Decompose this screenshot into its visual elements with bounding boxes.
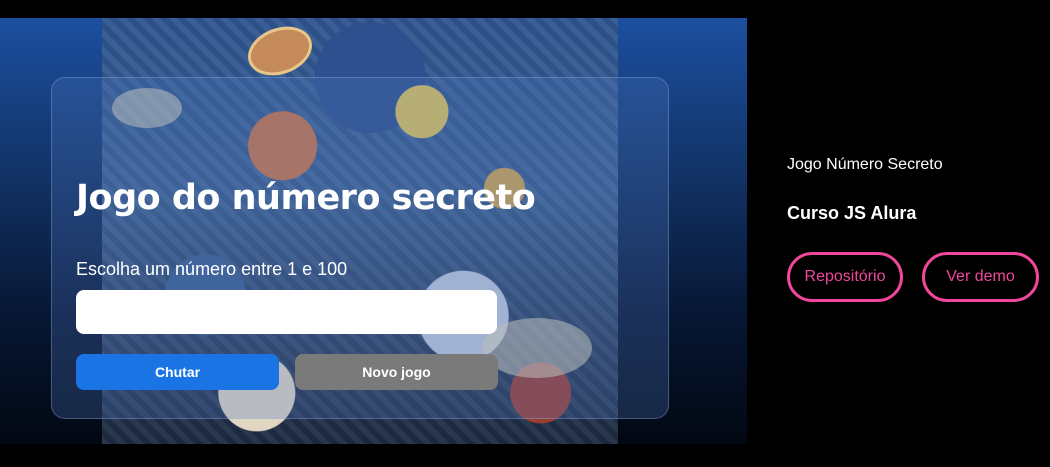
course-name: Curso JS Alura	[787, 203, 917, 223]
project-preview: Jogo do número secreto Escolha um número…	[0, 18, 747, 444]
number-prompt: Escolha um número entre 1 e 100	[76, 259, 348, 279]
game-card: Jogo do número secreto Escolha um número…	[51, 77, 669, 419]
project-title: Jogo Número Secreto	[787, 156, 943, 173]
guess-input[interactable]	[76, 290, 497, 334]
repository-button[interactable]: Repositório	[787, 252, 903, 302]
game-title: Jogo do número secreto	[76, 178, 536, 218]
planet-illustration	[241, 18, 319, 84]
view-demo-button[interactable]: Ver demo	[922, 252, 1039, 302]
guess-button[interactable]: Chutar	[76, 354, 279, 390]
new-game-button[interactable]: Novo jogo	[295, 354, 498, 390]
